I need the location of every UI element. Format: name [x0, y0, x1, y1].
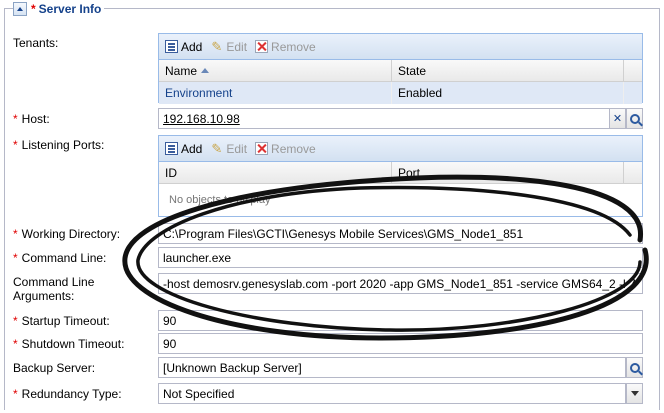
tenants-add-button[interactable]: Add — [165, 40, 202, 54]
required-marker: * — [13, 387, 18, 401]
search-icon — [629, 362, 640, 373]
command-line-label-text: Command Line: — [21, 251, 107, 265]
working-directory-label-text: Working Directory: — [21, 227, 121, 241]
command-line-label: * Command Line: — [13, 251, 106, 265]
required-marker: * — [13, 337, 18, 351]
working-directory-label: * Working Directory: — [13, 227, 120, 241]
column-header-port[interactable]: Port — [392, 162, 624, 183]
edit-icon: ✎ — [211, 141, 223, 156]
tenants-remove-button[interactable]: Remove — [255, 40, 316, 54]
redundancy-type-select[interactable]: Not Specified — [158, 383, 626, 404]
tenants-label: Tenants: — [13, 36, 59, 50]
host-search-button[interactable] — [626, 108, 643, 129]
working-directory-input[interactable]: C:\Program Files\GCTI\Genesys Mobile Ser… — [158, 223, 643, 244]
column-header-name[interactable]: Name — [159, 60, 392, 81]
required-marker: * — [13, 251, 18, 265]
ports-toolbar: Add ✎ Edit Remove — [159, 136, 642, 162]
redundancy-type-label-text: Redundancy Type: — [21, 387, 122, 401]
edit-icon: ✎ — [211, 39, 223, 54]
add-label: Add — [181, 39, 203, 54]
edit-label: Edit — [226, 141, 248, 156]
ports-label-text: Listening Ports: — [21, 138, 105, 152]
required-marker: * — [31, 2, 36, 16]
command-args-input[interactable]: -host demosrv.genesyslab.com -port 2020 … — [158, 273, 643, 294]
edit-label: Edit — [226, 39, 248, 54]
host-label: * Host: — [13, 112, 50, 126]
command-args-label-line2: Arguments: — [13, 289, 75, 303]
command-line-input[interactable]: launcher.exe — [158, 247, 643, 268]
chevron-down-icon — [630, 391, 639, 396]
remove-icon — [255, 142, 269, 155]
backup-server-label: Backup Server: — [13, 361, 96, 375]
required-marker: * — [13, 314, 18, 328]
required-marker: * — [13, 227, 18, 241]
shutdown-timeout-label-text: Shutdown Timeout: — [21, 337, 125, 351]
ports-add-button[interactable]: Add — [165, 142, 202, 156]
required-marker: * — [13, 138, 18, 152]
ports-edit-button[interactable]: ✎ Edit — [210, 142, 247, 156]
collapse-icon[interactable] — [13, 2, 27, 16]
column-port-label: Port — [398, 165, 421, 180]
column-state-label: State — [398, 63, 427, 78]
shutdown-timeout-label: * Shutdown Timeout: — [13, 337, 124, 351]
redundancy-type-label: * Redundancy Type: — [13, 387, 122, 401]
column-header-state[interactable]: State — [392, 60, 624, 81]
add-label: Add — [181, 141, 203, 156]
section-header: * Server Info — [13, 1, 105, 17]
tenants-grid-header: Name State — [159, 60, 642, 82]
tenants-edit-button[interactable]: ✎ Edit — [210, 40, 247, 54]
command-args-label-line1: Command Line — [13, 275, 95, 289]
tenants-grid: Add ✎ Edit Remove Name State Environment … — [158, 33, 643, 104]
redundancy-type-dropdown-button[interactable] — [626, 383, 643, 404]
shutdown-timeout-input[interactable]: 90 — [158, 333, 643, 354]
sort-asc-icon — [201, 68, 210, 73]
required-marker: * — [13, 112, 18, 126]
host-label-text: Host: — [21, 112, 50, 126]
tenant-name-cell[interactable]: Environment — [159, 82, 392, 104]
ports-grid-header: ID Port — [159, 162, 642, 184]
ports-remove-button[interactable]: Remove — [255, 142, 316, 156]
column-name-label: Name — [165, 63, 198, 78]
add-icon — [165, 142, 178, 155]
host-value: 192.168.10.98 — [163, 112, 240, 126]
remove-icon — [255, 40, 269, 53]
ports-label: * Listening Ports: — [13, 138, 104, 152]
startup-timeout-input[interactable]: 90 — [158, 310, 643, 331]
empty-message: No objects to display — [169, 194, 271, 206]
search-icon — [629, 113, 640, 124]
table-row[interactable]: Environment Enabled — [159, 82, 642, 104]
startup-timeout-label-text: Startup Timeout: — [21, 314, 110, 328]
remove-label: Remove — [271, 141, 316, 156]
backup-server-search-button[interactable] — [626, 357, 643, 378]
column-header-id[interactable]: ID — [159, 162, 392, 183]
startup-timeout-label: * Startup Timeout: — [13, 314, 110, 328]
tenants-toolbar: Add ✎ Edit Remove — [159, 34, 642, 60]
section-title: Server Info — [38, 2, 102, 16]
tenant-state-cell: Enabled — [392, 82, 624, 104]
remove-label: Remove — [271, 39, 316, 54]
column-id-label: ID — [165, 165, 177, 180]
host-input[interactable]: 192.168.10.98 — [158, 108, 610, 129]
clear-icon[interactable]: ✕ — [609, 108, 626, 129]
backup-server-input[interactable]: [Unknown Backup Server] — [158, 357, 626, 378]
add-icon — [165, 40, 178, 53]
ports-grid: Add ✎ Edit Remove ID Port No objects to d… — [158, 135, 643, 217]
